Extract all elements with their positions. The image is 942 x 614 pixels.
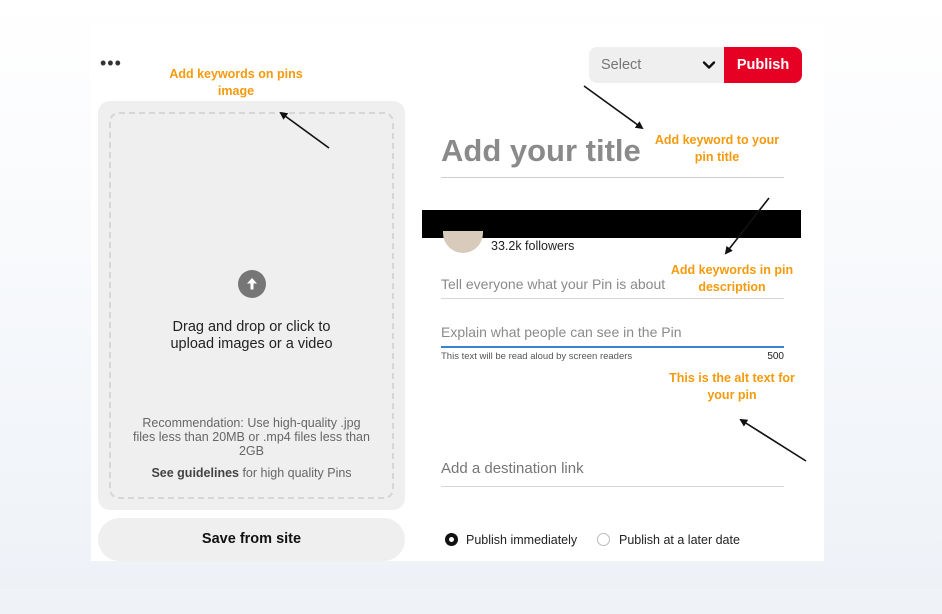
annotation-arrows [279, 85, 807, 462]
arrow-to-image [279, 111, 330, 149]
arrow-to-description [724, 197, 770, 255]
arrow-to-title [583, 85, 644, 130]
arrow-to-alt-text [739, 418, 807, 462]
